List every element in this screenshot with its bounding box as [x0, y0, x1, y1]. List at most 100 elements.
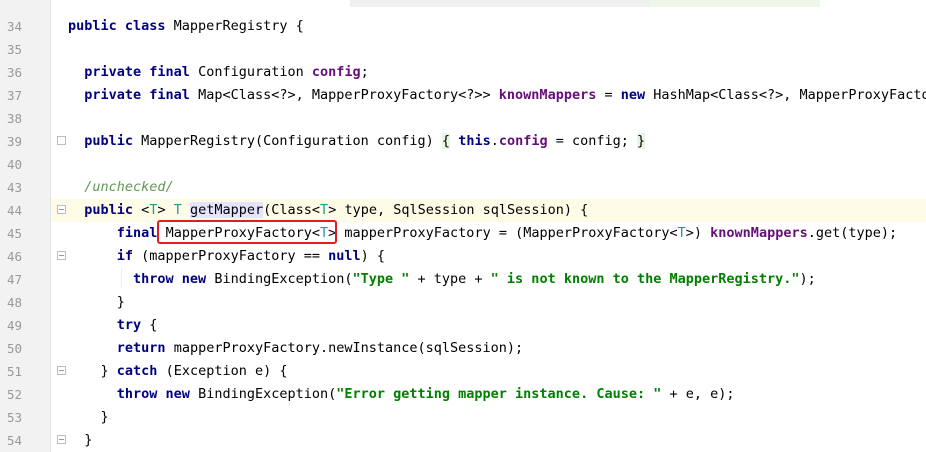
code-token: "Error getting mapper instance. Cause: "	[336, 386, 662, 402]
code-token: "Type "	[352, 271, 410, 287]
gutter-separator	[50, 0, 51, 452]
code-token: >	[157, 202, 174, 218]
code-token: }	[637, 133, 646, 149]
line-number: 39	[6, 134, 22, 149]
code-token: (Class<	[263, 202, 321, 218]
code-token: config	[498, 133, 548, 149]
code-token: T	[320, 202, 329, 218]
code-token: BindingException(	[198, 386, 337, 402]
code-token: return	[116, 340, 174, 356]
code-token: Configuration	[198, 64, 312, 80]
fold-icon[interactable]	[57, 205, 66, 214]
code-token: getMapper	[189, 202, 264, 218]
code-token: > type, SqlSession sqlSession) {	[328, 202, 589, 218]
code-token: catch	[116, 363, 166, 379]
line-number: 44	[6, 203, 22, 218]
code-token: config	[311, 64, 361, 80]
code-token: throw new	[133, 271, 215, 287]
line-number: 37	[6, 88, 22, 103]
fold-icon[interactable]	[57, 136, 66, 145]
code-token: > mapperProxyFactory = (MapperProxyFacto…	[328, 225, 678, 241]
fold-icon[interactable]	[57, 435, 66, 444]
code-line[interactable]: public class MapperRegistry {	[68, 15, 304, 38]
code-token: knownMappers	[710, 225, 808, 241]
code-token: }	[68, 294, 125, 310]
code-token: Map<Class<?>, MapperProxyFactory<?>>	[198, 87, 499, 103]
line-number: 34	[6, 19, 22, 34]
code-line[interactable]: private final Map<Class<?>, MapperProxyF…	[68, 84, 926, 107]
code-token: MapperRegistry {	[173, 18, 304, 34]
line-number: 35	[6, 42, 22, 57]
code-line[interactable]: } catch (Exception e) {	[68, 360, 288, 383]
code-token: .	[490, 133, 499, 149]
code-token: private final	[84, 64, 199, 80]
code-line[interactable]: return mapperProxyFactory.newInstance(sq…	[68, 337, 523, 360]
code-token: HashMap<Class<?>, MapperProxyFactory	[653, 87, 926, 103]
fold-icon[interactable]	[57, 251, 66, 260]
code-line[interactable]: throw new BindingException("Type " + typ…	[68, 268, 816, 291]
code-line[interactable]: /unchecked/	[68, 176, 173, 199]
code-token: private final	[84, 87, 199, 103]
code-line[interactable]: public MapperRegistry(Configuration conf…	[68, 130, 646, 153]
code-token: public	[84, 133, 142, 149]
code-token: public	[84, 202, 142, 218]
code-token: (mapperProxyFactory ==	[141, 248, 329, 264]
line-number: 38	[6, 111, 22, 126]
code-token: new	[620, 87, 654, 103]
code-line[interactable]: }	[68, 406, 109, 429]
code-token: .get(type);	[807, 225, 898, 241]
code-token: + e, e);	[661, 386, 735, 402]
code-token: {	[441, 133, 451, 149]
code-token: MapperRegistry(Configuration config)	[141, 133, 442, 149]
code-token: {	[149, 317, 158, 333]
code-token: }	[68, 432, 93, 448]
line-number: 50	[6, 341, 22, 356]
code-line[interactable]: }	[68, 291, 125, 314]
code-line[interactable]: private final Configuration config;	[68, 61, 369, 84]
line-number: 45	[6, 226, 22, 241]
line-number: 52	[6, 387, 22, 402]
code-token: mapperProxyFactory.newInstance(sqlSessio…	[173, 340, 524, 356]
scroll-strip-marker	[650, 0, 820, 7]
code-token: knownMappers	[498, 87, 597, 103]
line-number: 49	[6, 318, 22, 333]
code-line[interactable]: public <T> T getMapper(Class<T> type, Sq…	[68, 199, 588, 222]
code-token: throw new	[116, 386, 199, 402]
code-token: =	[596, 87, 621, 103]
line-number: 46	[6, 249, 22, 264]
code-token: T	[677, 225, 686, 241]
line-number: 40	[6, 157, 22, 172]
code-token: public class	[68, 18, 174, 34]
code-token: T	[173, 202, 190, 218]
code-line[interactable]: try {	[68, 314, 158, 337]
line-number: 43	[6, 180, 22, 195]
code-token: ) {	[360, 248, 386, 264]
line-number: 48	[6, 295, 22, 310]
code-token: if	[116, 248, 142, 264]
line-number: 36	[6, 65, 22, 80]
code-token: this	[458, 133, 491, 149]
code-token: >)	[685, 225, 711, 241]
fold-icon[interactable]	[57, 366, 66, 375]
annotation-highlight-box	[157, 220, 337, 244]
code-line[interactable]: throw new BindingException("Error gettin…	[68, 383, 735, 406]
line-number: 47	[6, 272, 22, 287]
code-token: }	[68, 363, 117, 379]
code-line[interactable]: if (mapperProxyFactory == null) {	[68, 245, 385, 268]
code-line[interactable]: }	[68, 429, 92, 452]
code-token: BindingException(	[214, 271, 353, 287]
indent-guide	[121, 268, 122, 288]
code-token: try	[116, 317, 150, 333]
code-token: = config;	[547, 133, 638, 149]
line-number: 51	[6, 364, 22, 379]
